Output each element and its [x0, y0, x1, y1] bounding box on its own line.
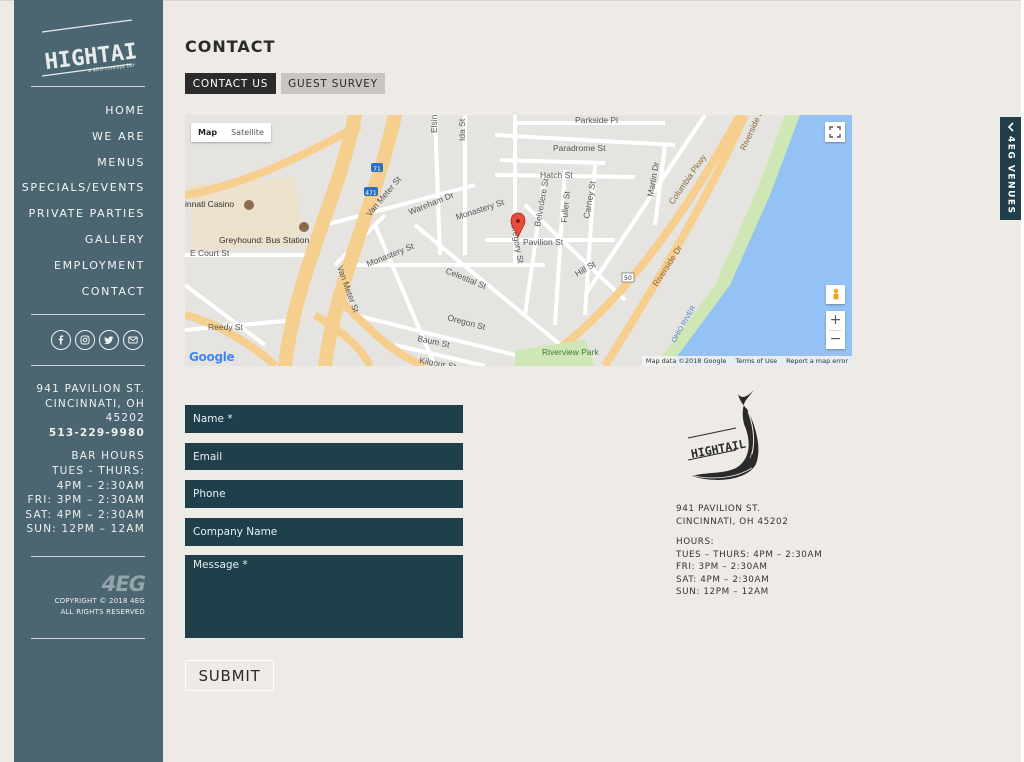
nav-menus[interactable]: MENUS	[22, 155, 145, 181]
hours-line: 4PM – 2:30AM	[56, 479, 145, 492]
chevron-left-icon	[1007, 122, 1014, 132]
hightail-logo[interactable]: HIGHTAIL a 4EG concept bar	[40, 18, 152, 80]
sidebar-divider	[31, 556, 145, 557]
company-input[interactable]: Company Name	[185, 518, 463, 546]
bus-station-poi-icon[interactable]	[299, 222, 309, 232]
nav-private-parties[interactable]: PRIVATE PARTIES	[22, 206, 145, 232]
contact-address: 941 PAVILION ST. CINCINNATI, OH 45202	[676, 503, 788, 528]
nav-home[interactable]: HOME	[22, 103, 145, 129]
map-label: E Court St	[190, 248, 230, 258]
nav-we-are[interactable]: WE ARE	[22, 129, 145, 155]
sidebar-divider	[31, 638, 145, 639]
nav-gallery[interactable]: GALLERY	[22, 232, 145, 258]
map-label: Parkside Pl	[575, 115, 618, 125]
name-input[interactable]: Name *	[185, 405, 463, 433]
copyright-text: COPYRIGHT © 2018 4EG	[54, 597, 145, 605]
address-line: CINCINNATI, OH	[45, 397, 145, 410]
tab-contact-us[interactable]: CONTACT US	[185, 73, 276, 94]
sidebar-footer: 4EG COPYRIGHT © 2018 4EG ALL RIGHTS RESE…	[54, 572, 146, 618]
address-line: CINCINNATI, OH 45202	[676, 516, 789, 527]
phone-number[interactable]: 513-229-9980	[25, 426, 145, 441]
map-shield-50: 50	[624, 275, 632, 282]
hours-line: TUES - THURS:	[52, 464, 145, 477]
hours-line: SUN: 12PM – 12AM	[676, 587, 769, 598]
email-input[interactable]: Email	[185, 443, 463, 470]
main-nav: HOME WE ARE MENUS SPECIALS/EVENTS PRIVAT…	[22, 103, 145, 309]
map-data-text: Map data ©2018 Google	[645, 357, 727, 365]
fullscreen-icon[interactable]	[825, 122, 845, 142]
map-label: Reedy St	[208, 322, 244, 332]
map-label: Elsin	[429, 115, 439, 133]
facebook-icon[interactable]	[51, 330, 71, 350]
sidebar-divider	[31, 314, 145, 315]
hours-line: SUN: 12PM – 12AM	[26, 523, 145, 536]
map-terms-link[interactable]: Terms of Use	[735, 357, 777, 365]
address-line: 941 PAVILION ST.	[676, 504, 761, 514]
contact-hours: HOURS: TUES – THURS: 4PM – 2:30AM FRI: 3…	[676, 536, 822, 599]
logo-graphic: HIGHTAIL a 4EG concept bar	[41, 19, 152, 77]
email-icon[interactable]	[123, 330, 143, 350]
nav-employment[interactable]: EMPLOYMENT	[22, 258, 145, 284]
map-footer: Map data ©2018 Google Terms of Use Repor…	[641, 356, 852, 366]
whale-illustration: HIGHTAIL	[687, 390, 759, 480]
nav-contact[interactable]: CONTACT	[22, 284, 145, 310]
map-type-map[interactable]: Map	[191, 123, 224, 142]
map-canvas[interactable]: 71 471 50 Parkside Pl Paradrome St Hatch…	[185, 115, 852, 366]
venues-tab-label: 4EG VENUES	[1005, 136, 1016, 215]
rights-text: ALL RIGHTS RESERVED	[60, 608, 145, 616]
map-shield-71: 71	[373, 166, 381, 173]
map-label: Greyhound: Bus Station	[219, 235, 310, 245]
message-textarea[interactable]: Message *	[185, 555, 463, 638]
google-logo[interactable]: Google	[189, 350, 235, 364]
address-line: 45202	[105, 412, 145, 425]
hours-title: BAR HOURS	[71, 450, 145, 463]
social-links	[51, 330, 143, 350]
google-logo-text: Google	[189, 350, 235, 364]
zoom-in-icon[interactable]: +	[830, 311, 842, 330]
hours-line: TUES – THURS: 4PM – 2:30AM	[676, 549, 823, 560]
zoom-control: + −	[826, 311, 845, 349]
whale-logo: HIGHTAIL	[686, 388, 778, 488]
instagram-icon[interactable]	[75, 330, 95, 350]
hours-line: FRI: 3PM – 2:30AM	[676, 562, 768, 573]
hours-line: SAT: 4PM – 2:30AM	[676, 574, 770, 585]
map-label: Ida St	[457, 118, 467, 141]
map-label: innati Casino	[185, 199, 234, 209]
casino-poi-icon[interactable]	[244, 200, 254, 210]
nav-specials-events[interactable]: SPECIALS/EVENTS	[22, 180, 145, 206]
address-line: 941 PAVILION ST.	[36, 383, 145, 395]
map-label: Paradrome St	[553, 143, 606, 153]
map-type-control: Map Satellite	[191, 123, 271, 142]
submit-button[interactable]: SUBMIT	[185, 660, 274, 691]
sidebar-divider	[31, 86, 145, 87]
whale-logo-text: HIGHTAIL	[690, 437, 747, 461]
sidebar-divider	[31, 365, 145, 366]
venues-tab[interactable]: 4EG VENUES	[1000, 117, 1021, 220]
hours-line: SAT: 4PM – 2:30AM	[25, 508, 145, 521]
hours-line: FRI: 3PM – 2:30AM	[27, 494, 145, 507]
map-label: Pavilion St	[523, 237, 564, 247]
page-left-edge	[0, 0, 14, 762]
sidebar-address: 941 PAVILION ST. CINCINNATI, OH 45202 51…	[25, 382, 145, 537]
page-title: CONTACT	[185, 37, 276, 56]
google-map[interactable]: 71 471 50 Parkside Pl Paradrome St Hatch…	[185, 115, 852, 366]
hours-title: HOURS:	[676, 537, 715, 547]
zoom-out-icon[interactable]: −	[830, 331, 842, 349]
4eg-logo[interactable]: 4EG	[55, 572, 146, 596]
sidebar: HIGHTAIL a 4EG concept bar HOME WE ARE M…	[14, 0, 163, 762]
map-type-satellite[interactable]: Satellite	[224, 123, 271, 142]
map-label: Riverview Park	[542, 347, 599, 357]
street-view-icon[interactable]	[826, 285, 845, 304]
map-report-link[interactable]: Report a map error	[786, 357, 848, 365]
tab-guest-survey[interactable]: GUEST SURVEY	[281, 73, 385, 94]
phone-input[interactable]: Phone	[185, 480, 463, 508]
twitter-icon[interactable]	[99, 330, 119, 350]
map-shield-471: 471	[365, 190, 377, 197]
